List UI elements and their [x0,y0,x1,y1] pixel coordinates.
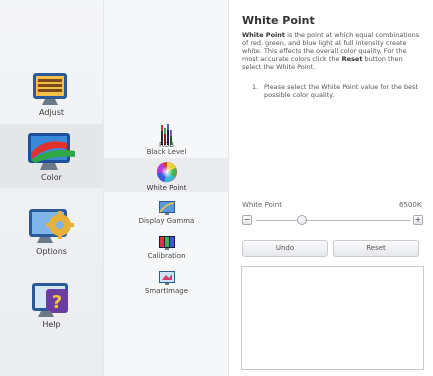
nav-item-label: Options [36,247,67,256]
panel-title: White Point [242,14,315,27]
undo-button[interactable]: Undo [242,240,328,257]
smartimage-icon [158,271,175,285]
submenu-item-label: Calibration [147,252,186,260]
nav-item-help[interactable]: ? Help [0,280,103,334]
submenu-item-smartimage[interactable]: SmartImage [104,270,229,298]
reset-button[interactable]: Reset [333,240,419,257]
nav-item-label: Help [42,320,61,329]
white-point-wheel-icon [156,162,177,183]
nav-item-adjust[interactable]: Adjust [0,70,103,122]
slider-value: 6500K [399,201,422,209]
nav-item-color[interactable]: Color [0,124,103,188]
step-number: 1. [252,83,259,91]
nav-item-label: Adjust [38,108,64,117]
submenu: RGB Black Level White Point [103,0,229,376]
submenu-item-label: Black Level [146,148,187,156]
slider-increase-button[interactable]: + [413,215,423,225]
description-reset-term: Reset [341,55,363,63]
submenu-item-label: SmartImage [144,287,189,295]
step-text: Please select the White Point value for … [264,83,419,99]
white-point-slider-track[interactable] [256,220,410,221]
submenu-item-white-point[interactable]: White Point [104,158,229,192]
submenu-item-label: White Point [146,184,187,192]
slider-decrease-button[interactable]: − [242,215,252,225]
display-gamma-icon [158,201,175,215]
color-monitor-icon [27,133,75,170]
submenu-item-black-level[interactable]: Black Level [104,129,229,159]
svg-text:?: ? [51,292,61,313]
black-level-icon [160,130,172,145]
slider-label: White Point [242,201,282,209]
options-gear-icon [28,209,74,243]
nav-item-options[interactable]: Options [0,205,103,261]
help-question-icon: ? [31,283,68,317]
nav-item-label: Color [41,173,62,182]
panel-description: White Point is the point at which equal … [242,31,424,71]
preview-area [241,266,424,370]
submenu-item-label: Display Gamma [138,217,195,225]
submenu-item-calibration[interactable]: Calibration [104,235,229,263]
description-bold-term: White Point [242,31,285,39]
main-nav: Adjust Color Options ? Help [0,0,103,376]
calibration-icon [158,236,175,250]
adjust-monitor-icon [32,73,67,105]
submenu-item-display-gamma[interactable]: Display Gamma [104,200,229,228]
instruction-step: 1. Please select the White Point value f… [252,83,424,99]
